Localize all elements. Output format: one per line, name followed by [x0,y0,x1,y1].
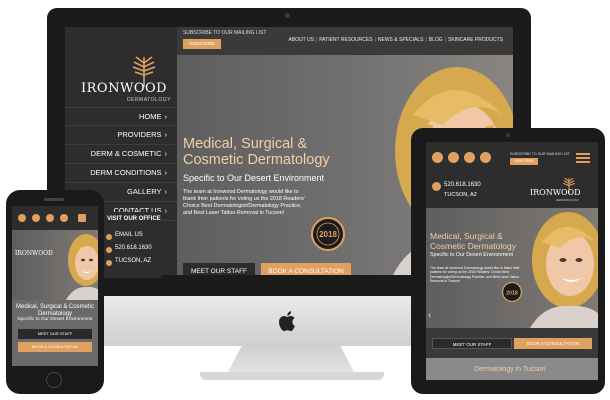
sidebar-item-home[interactable]: HOME › [65,107,177,126]
mail-icon[interactable] [448,152,459,163]
hero-paragraph: The team at Ironwood Dermatology would l… [430,266,520,283]
hero-headline: Medical, Surgical & Cosmetic Dermatology [430,231,516,251]
location-icon[interactable] [46,214,54,222]
city-label: TUCSON, AZ [444,192,478,198]
badge-year: 2018 [319,230,337,239]
hamburger-menu-icon[interactable] [78,214,86,222]
phone-top-bar [12,206,98,230]
phone-home-button [46,372,62,388]
award-badge-icon: 2018 [502,282,522,302]
logo-subtitle: DERMATOLOGY [556,198,580,202]
sidebar-item-providers[interactable]: PROVIDERS › [65,126,177,145]
tablet-contact-bar: 520.618.1630 TUCSON, AZ IRONWOOD DERMATO… [426,174,598,208]
location-icon[interactable] [464,152,475,163]
sidebar-item-derm-cosmetic[interactable]: DERM & COSMETIC › [65,145,177,164]
subscribe-label: SUBSCRIBE TO OUR MAILING LIST [183,30,267,36]
chevron-right-icon: › [164,187,168,196]
top-nav: ABOUT US | PATIENT RESOURCES | NEWS & SPECIA… [286,37,505,43]
book-consultation-button[interactable]: BOOK A CONSULTATION [18,342,92,352]
woman-portrait-photo [530,212,598,328]
sidebar-item-derm-conditions[interactable]: DERM CONDITIONS › [65,164,177,183]
award-badge-icon: 2018 [311,217,345,251]
chevron-left-icon[interactable]: ‹ [428,310,431,321]
meet-staff-button[interactable]: MEET OUR STAFF [183,263,255,275]
chat-icon[interactable] [480,152,491,163]
phone-content: Medical, Surgical & Cosmetic Dermatology… [12,300,98,366]
chevron-right-icon: › [164,149,168,158]
nav-about[interactable]: ABOUT US [286,37,315,43]
location-icon [106,260,112,266]
meet-staff-button[interactable]: MEET OUR STAFF [432,338,512,349]
subscribe-button[interactable]: SUBSCRIBE [510,158,538,165]
chevron-right-icon: › [164,112,168,121]
hamburger-menu-icon[interactable] [576,153,590,163]
nav-news[interactable]: NEWS & SPECIALS [376,37,426,43]
subscribe-label: SUBSCRIBE TO OUR MAILING LIST [510,152,570,156]
logo-name[interactable]: IRONWOOD [15,250,53,257]
hero-subheadline: Specific to Our Desert Environment [430,252,514,258]
hero-headline: Medical, Surgical & Cosmetic Dermatology [183,136,330,168]
hero-headline: Medical, Surgical & Cosmetic Dermatology [15,304,95,317]
phone-icon [106,247,112,253]
calendar-icon[interactable] [432,152,443,163]
nav-patient-resources[interactable]: PATIENT RESOURCES [317,37,374,43]
tablet-hero: Medical, Surgical & Cosmetic Dermatology… [426,208,598,328]
phone-number[interactable]: 520.618.1630 [444,182,481,188]
tablet-button-bar: MEET OUR STAFF BOOK A CONSULTATION [426,328,598,358]
city-label: TUCSON, AZ [115,258,152,264]
apple-logo-icon [279,311,295,332]
mail-icon[interactable] [32,214,40,222]
book-consultation-button[interactable]: BOOK A CONSULTATION [261,263,351,275]
nav-skincare[interactable]: SKINCARE PRODUCTS [446,37,505,43]
sidebar-item-label: HOME [139,112,162,121]
top-bar: SUBSCRIBE TO OUR MAILING LIST SUBSCRIBE … [177,27,513,55]
chevron-right-icon: › [164,168,168,177]
logo-name[interactable]: IRONWOOD [530,188,581,197]
hero-subheadline: Specific to Our Desert Environment [17,317,93,322]
nav-blog[interactable]: BLOG [427,37,445,43]
subscribe-button[interactable]: SUBSCRIBE [183,39,221,49]
tablet-screen: SUBSCRIBE TO OUR MAILING LIST SUBSCRIBE … [426,142,598,380]
sidebar-item-label: GALLERY [127,187,162,196]
chevron-right-icon[interactable]: › [588,310,591,321]
phone-hero: IRONWOOD [12,230,98,300]
sidebar-item-label: DERM CONDITIONS [90,168,162,177]
site-logo[interactable]: IRONWOOD DERMATOLOGY [81,53,171,103]
sidebar-item-label: DERM & COSMETIC [90,149,162,158]
chevron-right-icon: › [164,130,168,139]
sidebar-item-label: PROVIDERS [117,130,162,139]
hero-paragraph: The team at Ironwood Dermatology would l… [183,189,305,216]
chat-icon[interactable] [60,214,68,222]
camera-dot [285,13,290,18]
email-icon [106,234,112,240]
meet-staff-button[interactable]: MEET OUR STAFF [18,329,92,339]
visit-office-link[interactable]: VISIT OUR OFFICE [107,216,161,222]
badge-year: 2018 [506,290,518,296]
logo-subtitle: DERMATOLOGY [127,97,171,103]
phone-number[interactable]: 520.618.1630 [115,245,152,251]
logo-name: IRONWOOD [81,81,168,96]
phone-screen: IRONWOOD Medical, Surgical & Cosmetic De… [12,206,98,366]
tablet-footer-band: Dermatology in Tucson [426,358,598,380]
tablet-top-bar: SUBSCRIBE TO OUR MAILING LIST SUBSCRIBE [426,142,598,174]
sidebar-contact: VISIT OUR OFFICE EMAIL US 520.618.1630 T… [101,212,161,278]
section-title: Dermatology in Tucson [474,366,546,373]
hero-subheadline: Specific to Our Desert Environment [183,173,325,183]
imac-stand-base [200,372,384,380]
woman-portrait-photo [66,234,98,300]
calendar-icon[interactable] [18,214,26,222]
email-link[interactable]: EMAIL US [115,232,143,238]
camera-dot [506,133,510,137]
phone-icon [432,182,441,191]
book-consultation-button[interactable]: BOOK A CONSULTATION [514,338,592,349]
phone-speaker [44,198,64,201]
chevron-right-icon: › [164,206,168,215]
